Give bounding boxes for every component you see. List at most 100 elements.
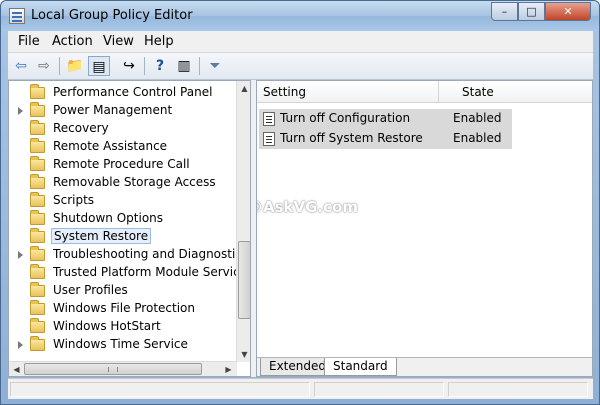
folder-icon (30, 192, 45, 207)
tree-item[interactable]: Performance Control Panel (9, 84, 237, 102)
menu-file[interactable]: File (18, 34, 40, 49)
tree-item-label: System Restore (51, 228, 152, 244)
help-icon[interactable]: ? (149, 56, 171, 76)
setting-name: Turn off System Restore (280, 131, 423, 145)
toolbar-separator (144, 57, 145, 75)
tree-item[interactable]: Power Management (9, 102, 237, 120)
folder-icon (30, 138, 45, 153)
column-divider[interactable] (438, 81, 439, 103)
folder-icon (30, 84, 45, 99)
tree-item-label: Power Management (53, 103, 173, 117)
status-cell (448, 382, 588, 397)
tree-item-label: Scripts (53, 193, 95, 207)
policy-tree[interactable]: Performance Control Panel Power Managemen… (8, 80, 251, 377)
maximize-button[interactable]: □ (518, 2, 545, 21)
tree-vertical-scrollbar[interactable]: ▲ ▼ (236, 81, 250, 362)
status-bar (8, 378, 593, 399)
folder-icon (30, 300, 45, 315)
list-row[interactable]: Turn off System Restore Enabled (259, 129, 512, 149)
folder-icon (30, 246, 45, 261)
content-area: Performance Control Panel Power Managemen… (8, 80, 593, 377)
tree-item[interactable]: Scripts (9, 192, 237, 210)
list-row[interactable]: Turn off Configuration Enabled (259, 109, 512, 129)
scroll-thumb-horizontal[interactable] (24, 363, 202, 375)
tree-item-label: Performance Control Panel (53, 85, 213, 99)
tree-item[interactable]: Shutdown Options (9, 210, 237, 228)
tree-item-label: Windows Time Service (53, 337, 188, 351)
tree-item-label: Troubleshooting and Diagnostics (53, 247, 249, 261)
folder-icon (30, 336, 45, 351)
forward-arrow-icon[interactable]: ⇨ (33, 56, 55, 76)
tree-item-label: User Profiles (53, 283, 128, 297)
tree-item[interactable]: Trusted Platform Module Services (9, 264, 250, 282)
view-tabs: Extended Standard (257, 357, 592, 376)
minimize-button[interactable]: – (491, 2, 518, 21)
tree-item-label: Removable Storage Access (53, 175, 216, 189)
window-title: Local Group Policy Editor (31, 8, 193, 23)
toolbar-separator (59, 57, 60, 75)
column-header-setting[interactable]: Setting (263, 85, 306, 99)
menu-action[interactable]: Action (52, 34, 93, 49)
tree-item[interactable]: Remote Procedure Call (9, 156, 237, 174)
tab-standard[interactable]: Standard (324, 358, 397, 376)
scroll-left-arrow-icon[interactable]: ◀ (9, 362, 24, 376)
tree-item[interactable]: System Restore (9, 228, 237, 246)
back-arrow-icon[interactable]: ⇦ (10, 56, 32, 76)
tree-item-label: Remote Procedure Call (53, 157, 190, 171)
expand-arrow-icon[interactable] (18, 107, 23, 115)
folder-icon (30, 210, 45, 225)
settings-pane: Setting State Turn off Configuration Ena… (256, 80, 593, 377)
title-bar[interactable]: Local Group Policy Editor – □ ✕ (1, 1, 599, 31)
watermark: ©AskVG.com (256, 198, 358, 216)
folder-icon (30, 102, 45, 117)
policy-setting-icon (263, 112, 275, 126)
tree-item[interactable]: User Profiles (9, 282, 237, 300)
tree-item[interactable]: Recovery (9, 120, 237, 138)
scroll-up-arrow-icon[interactable]: ▲ (237, 81, 250, 96)
folder-icon (30, 156, 45, 171)
folder-icon (30, 282, 45, 297)
tree-item-label: Windows HotStart (53, 319, 161, 333)
tree-item[interactable]: Remote Assistance (9, 138, 237, 156)
expand-arrow-icon[interactable] (18, 341, 23, 349)
tree-item[interactable]: Windows HotStart (9, 318, 237, 336)
setting-state: Enabled (453, 111, 502, 125)
tree-item[interactable]: Windows Time Service (9, 336, 237, 354)
tree-item[interactable]: Removable Storage Access (9, 174, 237, 192)
folder-icon (30, 318, 45, 333)
policy-editor-icon (9, 8, 25, 24)
scroll-down-arrow-icon[interactable]: ▼ (237, 347, 250, 362)
folder-icon (30, 174, 45, 189)
setting-state: Enabled (453, 131, 502, 145)
export-list-icon[interactable]: ↪ (118, 56, 140, 76)
folder-icon (30, 264, 45, 279)
tree-item[interactable]: Windows File Protection (9, 300, 237, 318)
up-folder-icon[interactable]: 📁 (64, 56, 86, 76)
tree-item-label: Shutdown Options (53, 211, 164, 225)
tree-item-label: Windows File Protection (53, 301, 195, 315)
tree-horizontal-scrollbar[interactable]: ◀ ▶ (9, 361, 237, 376)
setting-name: Turn off Configuration (280, 111, 411, 125)
close-button[interactable]: ✕ (545, 2, 591, 21)
toolbar-separator (199, 57, 200, 75)
tree-item-label: Trusted Platform Module Services (53, 265, 251, 279)
menu-help[interactable]: Help (144, 34, 174, 49)
status-cell (10, 382, 310, 397)
show-hide-tree-icon[interactable]: ▤ (88, 56, 110, 76)
tree-item[interactable]: Troubleshooting and Diagnostics (9, 246, 248, 264)
menu-view[interactable]: View (103, 34, 134, 49)
policy-setting-icon (263, 132, 275, 146)
expand-arrow-icon[interactable] (18, 251, 23, 259)
filter-icon[interactable]: ⏷ (204, 56, 226, 76)
toolbar: ⇦ ⇨ 📁 ▤ ↪ ? ▥ ⏷ (8, 53, 593, 80)
tree-item-label: Remote Assistance (53, 139, 168, 153)
menu-bar: File Action View Help (8, 31, 593, 53)
tree-item-label: Recovery (53, 121, 109, 135)
scroll-thumb[interactable] (238, 241, 250, 319)
app-window: Local Group Policy Editor – □ ✕ File Act… (0, 0, 600, 405)
folder-icon (30, 228, 45, 243)
column-header-state[interactable]: State (462, 85, 494, 99)
show-hide-action-pane-icon[interactable]: ▥ (173, 56, 195, 76)
scroll-right-arrow-icon[interactable]: ▶ (221, 362, 236, 376)
status-cell (314, 382, 444, 397)
